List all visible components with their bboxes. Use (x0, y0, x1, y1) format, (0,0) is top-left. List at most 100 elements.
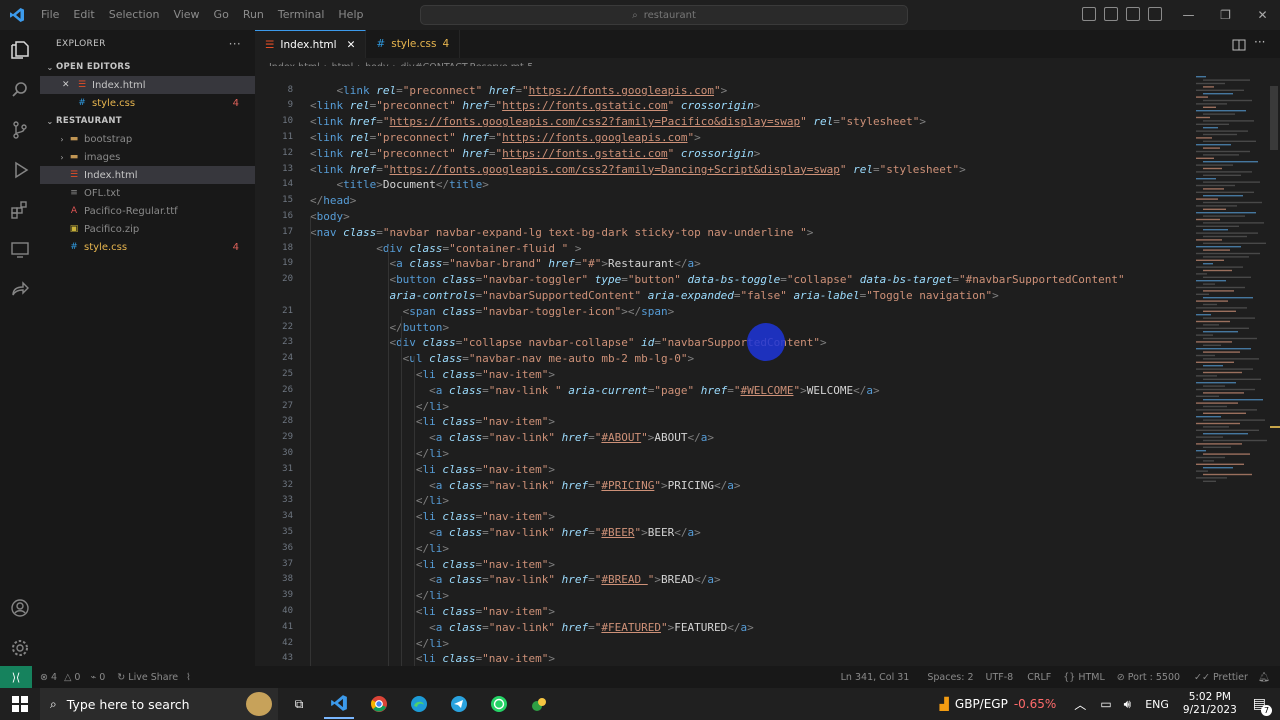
app-icon[interactable] (524, 689, 554, 719)
split-editor-icon[interactable] (1232, 37, 1246, 56)
problems-indicator[interactable]: ⊗ 4 △ 0 (40, 672, 80, 683)
code-line[interactable]: </li> (416, 493, 449, 509)
live-share-icon[interactable] (8, 278, 32, 302)
menu-item[interactable]: File (34, 0, 66, 30)
extensions-icon[interactable] (8, 198, 32, 222)
vscode-taskbar-icon[interactable] (324, 689, 354, 719)
toggle-secondary-sidebar-icon[interactable] (1126, 7, 1140, 21)
tree-file[interactable]: A Pacifico-Regular.ttf (40, 202, 255, 220)
notifications-bell-icon[interactable]: 🔔︎ (1258, 672, 1270, 683)
code-line[interactable]: <li class="nav-item"> (416, 509, 555, 525)
toggle-primary-sidebar-icon[interactable] (1082, 7, 1096, 21)
editor-tab[interactable]: ☰ Index.html ✕ (255, 30, 367, 58)
code-line[interactable]: </li> (416, 446, 449, 462)
tree-folder[interactable]: › ▬ bootstrap (40, 130, 255, 148)
ports-indicator[interactable]: ⌁ 0 (90, 672, 105, 683)
toggle-panel-icon[interactable] (1104, 7, 1118, 21)
code-line[interactable]: <a class="nav-link" href="#FEATURED">FEA… (429, 620, 754, 636)
code-line[interactable]: <a class="navbar-brand" href="#">Restaur… (389, 256, 700, 272)
search-icon[interactable] (8, 78, 32, 102)
taskbar-search-box[interactable]: ⌕ Type here to search (40, 688, 278, 720)
code-line[interactable]: <link rel="preconnect" href="https://fon… (336, 83, 727, 99)
code-line[interactable]: <nav class="navbar navbar-expand-lg text… (310, 225, 813, 241)
menu-item[interactable]: Edit (66, 0, 101, 30)
show-hidden-icons-icon[interactable]: ︿ (1074, 696, 1086, 713)
chrome-icon[interactable] (364, 689, 394, 719)
line-ending[interactable]: CRLF (1027, 672, 1051, 683)
open-editor-item[interactable]: # style.css 4 (40, 94, 255, 112)
edge-icon[interactable] (404, 689, 434, 719)
close-window-icon[interactable]: ✕ (1244, 0, 1280, 30)
settings-gear-icon[interactable] (8, 636, 32, 660)
prettier-status[interactable]: ✓✓ Prettier (1194, 672, 1248, 683)
code-line[interactable]: <li class="nav-item"> (416, 604, 555, 620)
code-line[interactable]: <a class="nav-link " aria-current="page"… (429, 383, 879, 399)
code-line[interactable]: </li> (416, 588, 449, 604)
input-language[interactable]: ENG (1145, 698, 1169, 711)
remote-explorer-icon[interactable] (8, 238, 32, 262)
clock[interactable]: 5:02 PM 9/21/2023 (1183, 691, 1237, 717)
code-line[interactable]: <a class="nav-link" href="#BREAD ">BREAD… (429, 572, 720, 588)
menu-item[interactable]: Run (236, 0, 271, 30)
code-line[interactable]: aria-controls="navbarSupportedContent" a… (389, 288, 998, 304)
source-control-icon[interactable] (8, 118, 32, 142)
menu-item[interactable]: Go (207, 0, 236, 30)
code-line[interactable]: <li class="nav-item"> (416, 414, 555, 430)
code-line[interactable]: <link rel="preconnect" href="https://fon… (310, 130, 701, 146)
minimize-icon[interactable]: — (1170, 0, 1207, 30)
run-debug-icon[interactable] (8, 158, 32, 182)
more-actions-icon[interactable]: ··· (1254, 35, 1265, 49)
code-line[interactable]: <link rel="preconnect" href="https://fon… (310, 98, 760, 114)
code-line[interactable]: <title>Document</title> (336, 177, 488, 193)
windows-start-icon[interactable] (0, 689, 40, 719)
menu-item[interactable]: Terminal (271, 0, 332, 30)
cursor-position[interactable]: Ln 341, Col 31 (841, 672, 910, 683)
code-line[interactable]: <div class="container-fluid " > (376, 241, 581, 257)
language-mode[interactable]: {} HTML (1063, 672, 1105, 683)
indentation[interactable]: Spaces: 2 (927, 672, 973, 683)
menu-item[interactable]: View (166, 0, 206, 30)
tree-file[interactable]: ▣ Pacifico.zip (40, 220, 255, 238)
code-line[interactable]: <link href="https://fonts.googleapis.com… (310, 162, 966, 178)
remote-indicator-icon[interactable]: ⟩⟨ (0, 666, 32, 688)
tree-file[interactable]: ☰ Index.html (40, 166, 255, 184)
tag-icon[interactable]: ⌇ (186, 672, 191, 683)
open-editor-item[interactable]: ✕ ☰ Index.html (40, 76, 255, 94)
code-line[interactable]: </head> (310, 193, 356, 209)
tree-folder[interactable]: › ▬ images (40, 148, 255, 166)
network-icon[interactable]: ▭ (1100, 697, 1111, 711)
maximize-icon[interactable]: ❐ (1207, 0, 1244, 30)
code-line[interactable]: <li class="nav-item"> (416, 367, 555, 383)
command-center-search[interactable]: ⌕ restaurant (420, 5, 908, 25)
code-line[interactable]: <a class="nav-link" href="#ABOUT">ABOUT<… (429, 430, 714, 446)
menu-item[interactable]: Help (331, 0, 370, 30)
code-line[interactable]: </li> (416, 399, 449, 415)
vertical-scrollbar[interactable] (1268, 66, 1280, 666)
live-server-port[interactable]: ⊘ Port : 5500 (1117, 672, 1180, 683)
stock-widget[interactable]: ▟ GBP/EGP -0.65% (940, 697, 1057, 711)
code-line[interactable]: <span class="navbar-toggler-icon"></span… (403, 304, 675, 320)
encoding[interactable]: UTF-8 (986, 672, 1014, 683)
code-line[interactable]: <link rel="preconnect" href="https://fon… (310, 146, 760, 162)
folder-section[interactable]: ⌄ RESTAURANT (40, 112, 255, 130)
more-actions-icon[interactable]: ··· (229, 37, 241, 51)
code-line[interactable]: <li class="nav-item"> (416, 462, 555, 478)
editor-tab[interactable]: # style.css 4 (366, 30, 461, 58)
code-line[interactable]: <li class="nav-item"> (416, 651, 555, 666)
account-icon[interactable] (8, 596, 32, 620)
open-editors-section[interactable]: ⌄ OPEN EDITORS (40, 58, 255, 76)
code-line[interactable]: <link href="https://fonts.googleapis.com… (310, 114, 926, 130)
customize-layout-icon[interactable] (1148, 7, 1162, 21)
code-editor[interactable]: 8 <link rel="preconnect" href="https://fo… (255, 66, 1185, 666)
task-view-icon[interactable]: ⧉ (284, 689, 314, 719)
code-line[interactable]: </li> (416, 541, 449, 557)
whatsapp-icon[interactable] (484, 689, 514, 719)
live-share-status[interactable]: ↻ Live Share (117, 672, 178, 683)
code-line[interactable]: <li class="nav-item"> (416, 557, 555, 573)
notification-center-icon[interactable]: ▤ 7 (1253, 696, 1272, 716)
volume-icon[interactable]: 🔊︎ (1124, 697, 1132, 712)
code-line[interactable]: </li> (416, 636, 449, 652)
code-line[interactable]: </button> (389, 320, 449, 336)
tree-file[interactable]: # style.css 4 (40, 238, 255, 256)
code-line[interactable]: <button class="navbar-toggler" type="but… (389, 272, 1124, 288)
